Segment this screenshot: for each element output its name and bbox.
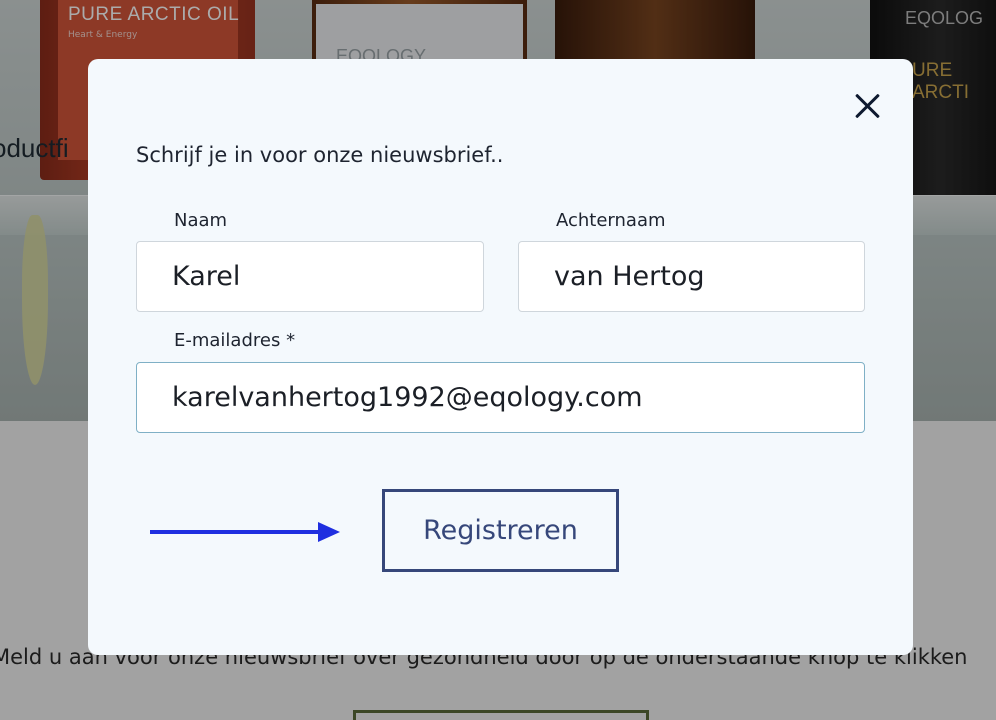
newsletter-modal: Schrijf je in voor onze nieuwsbrief.. Na…	[88, 59, 913, 655]
last-name-label: Achternaam	[556, 210, 666, 231]
arrow-right-icon	[150, 520, 340, 544]
first-name-label: Naam	[174, 210, 228, 231]
register-button[interactable]: Registreren	[382, 489, 619, 572]
email-label: E-mailadres *	[174, 330, 296, 351]
close-icon[interactable]	[850, 89, 884, 123]
email-input[interactable]	[136, 362, 865, 433]
modal-intro-text: Schrijf je in voor onze nieuwsbrief..	[136, 143, 504, 167]
first-name-input[interactable]	[136, 241, 484, 312]
last-name-input[interactable]	[518, 241, 865, 312]
